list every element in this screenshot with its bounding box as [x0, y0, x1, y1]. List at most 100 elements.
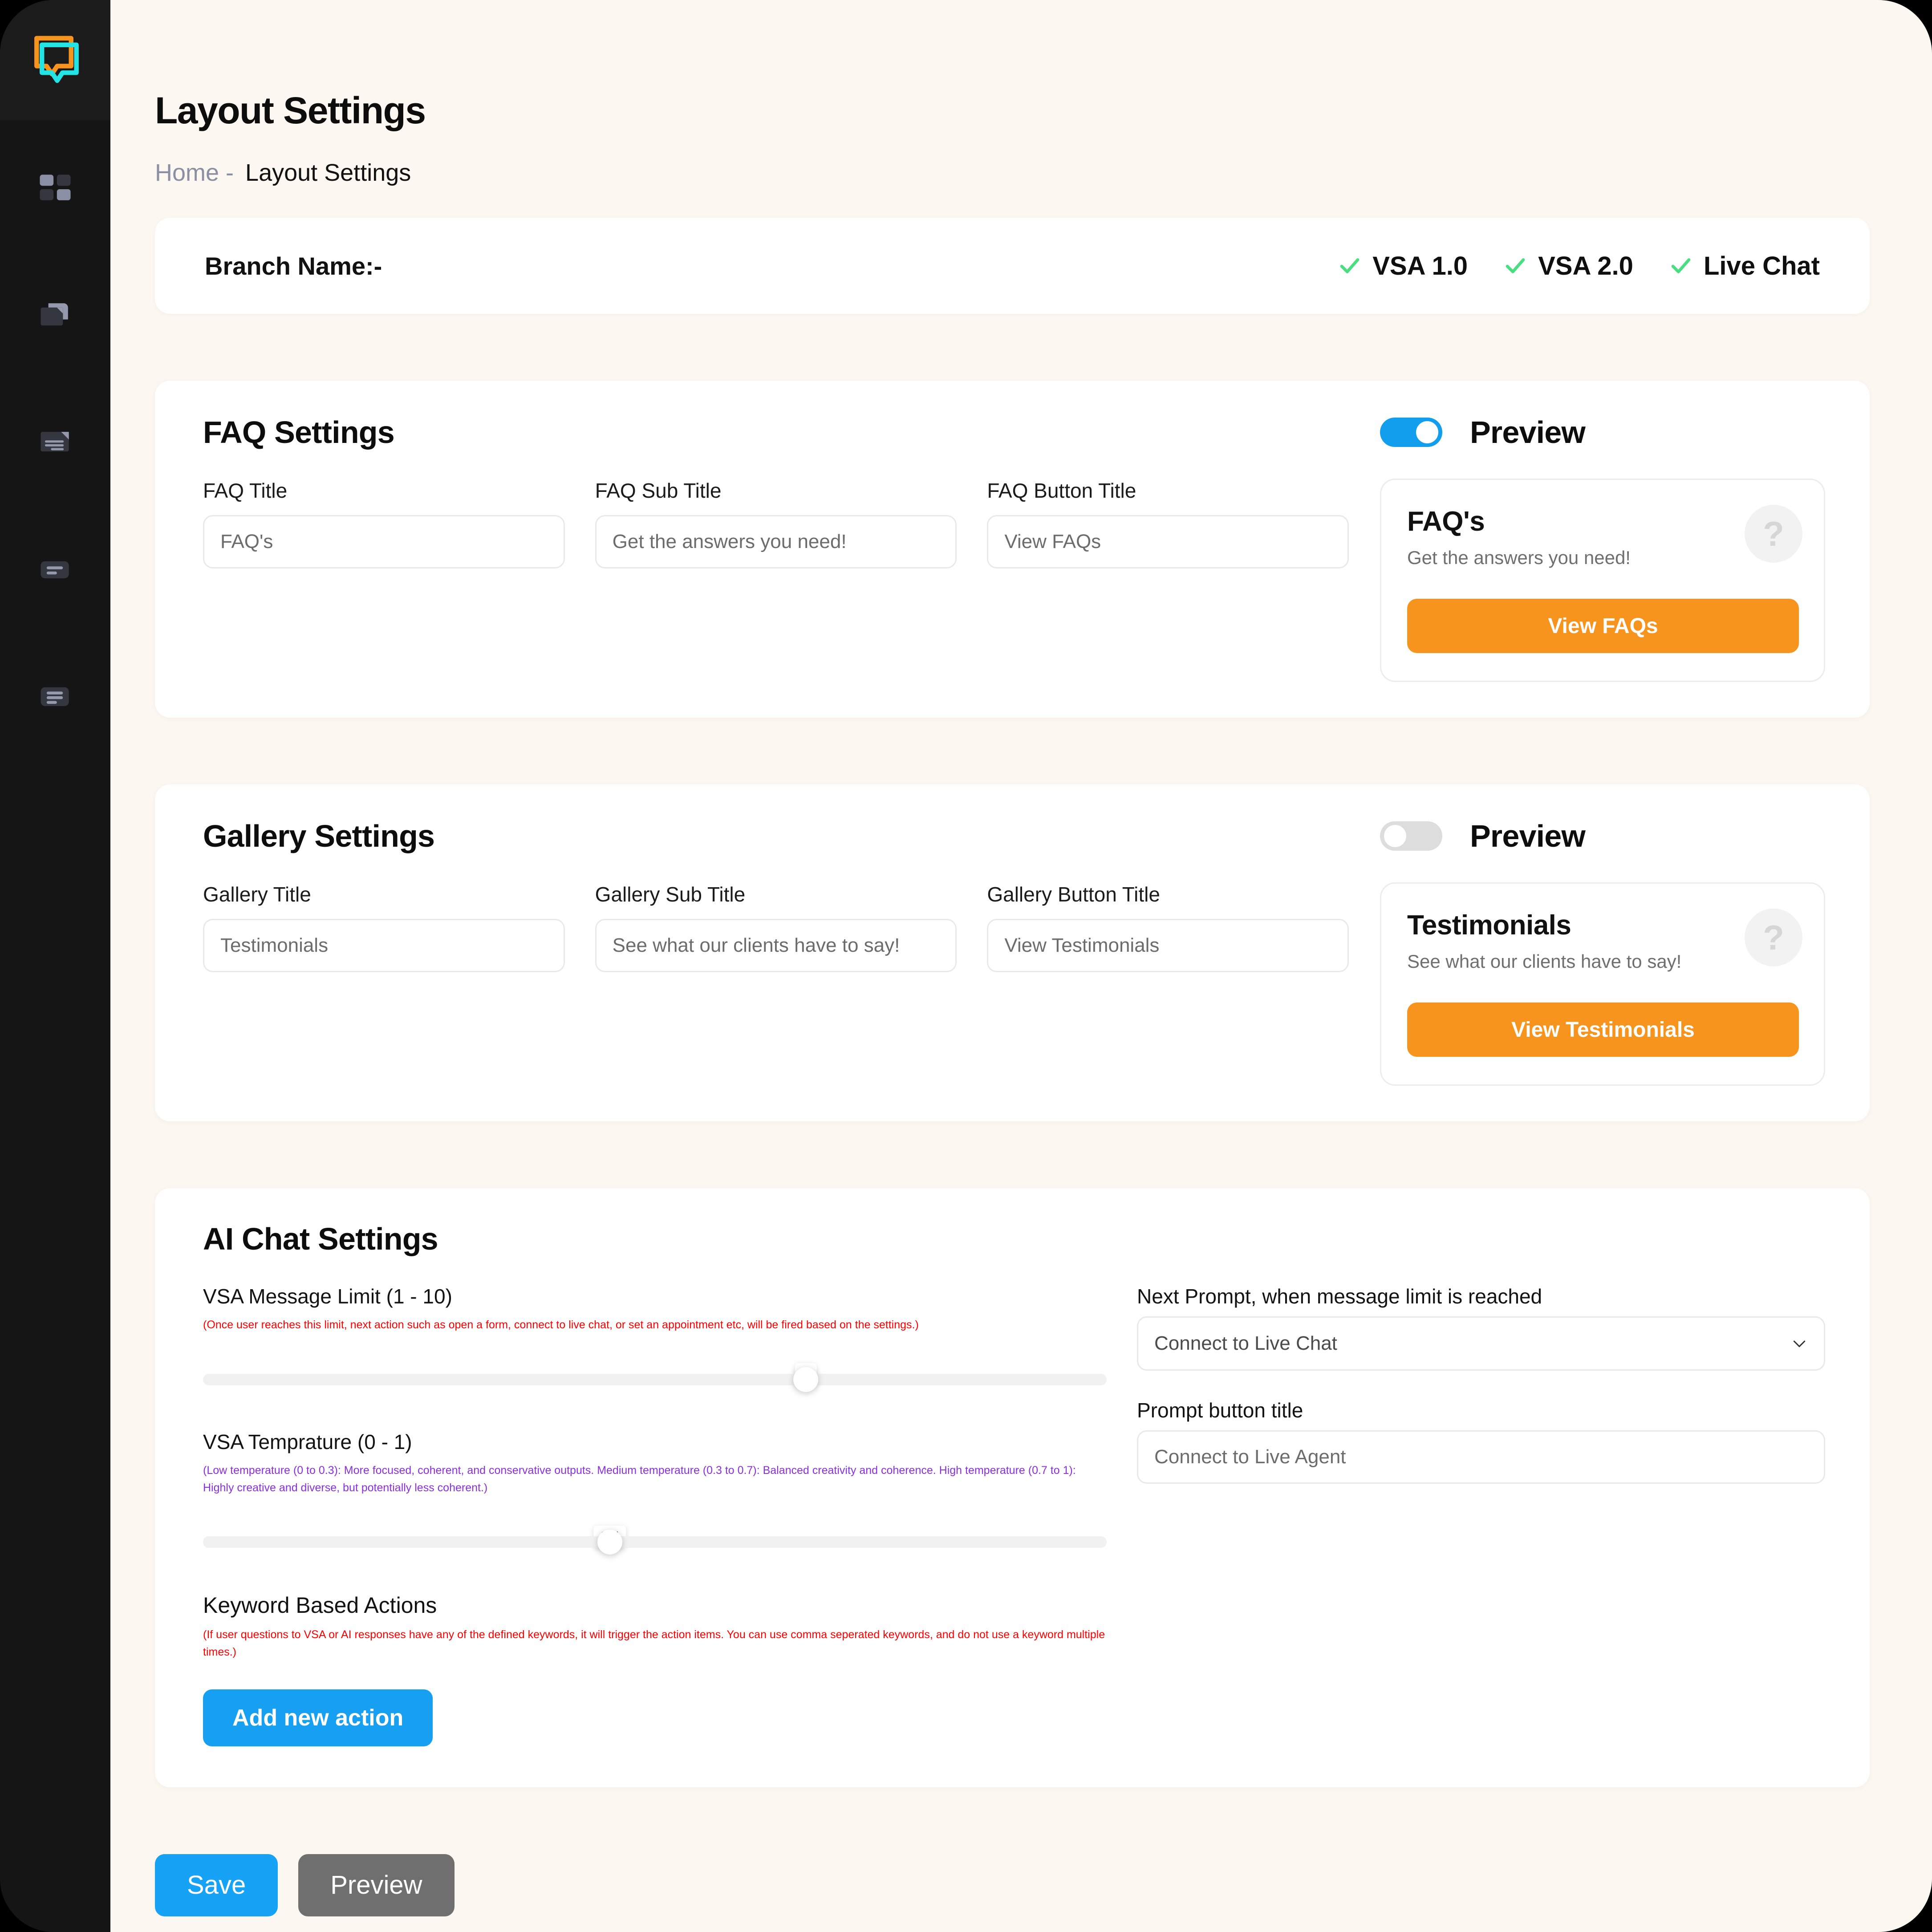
- flag-label: Live Chat: [1703, 251, 1820, 280]
- keyword-actions-hint: (If user questions to VSA or AI response…: [203, 1628, 1105, 1658]
- ai-chat-settings-card: AI Chat Settings VSA Message Limit (1 - …: [155, 1188, 1870, 1787]
- branch-name-label: Branch Name:-: [205, 252, 382, 280]
- page-title: Layout Settings: [155, 89, 426, 131]
- gallery-enable-toggle[interactable]: [1380, 821, 1442, 851]
- message-limit-label: VSA Message Limit (1 - 10): [203, 1285, 452, 1308]
- breadcrumb: Home - Layout Settings: [155, 159, 1870, 187]
- gallery-preview-heading: Testimonials: [1407, 910, 1571, 941]
- gallery-section-title: Gallery Settings: [203, 819, 435, 853]
- temperature-label: VSA Temprature (0 - 1): [203, 1430, 412, 1453]
- gallery-button-title-field: Gallery Button Title: [987, 882, 1349, 972]
- add-new-action-button[interactable]: Add new action: [203, 1689, 433, 1746]
- faq-button-title-field: FAQ Button Title: [987, 479, 1349, 568]
- faq-section-head: FAQ Settings Preview: [203, 414, 1825, 451]
- faq-title-field: FAQ Title: [203, 479, 565, 568]
- sidebar-item-list-one[interactable]: [26, 545, 84, 594]
- app-window: Layout Settings Home - Layout Settings B…: [0, 0, 1932, 1932]
- faq-preview-heading: FAQ's: [1407, 506, 1485, 537]
- faq-subtitle-input[interactable]: [595, 515, 957, 568]
- save-button[interactable]: Save: [155, 1854, 278, 1916]
- footer-actions: Save Preview: [155, 1854, 1870, 1916]
- temperature-slider[interactable]: 0.5: [203, 1502, 1107, 1568]
- help-question-icon: ?: [1745, 909, 1802, 966]
- faq-section-title: FAQ Settings: [203, 415, 395, 450]
- flag-label: VSA 2.0: [1538, 251, 1633, 280]
- slider-thumb[interactable]: [793, 1367, 818, 1392]
- faq-preview-button[interactable]: View FAQs: [1407, 599, 1799, 653]
- toggle-knob: [1416, 421, 1438, 443]
- faq-title-input[interactable]: [203, 515, 565, 568]
- gallery-subtitle-field: Gallery Sub Title: [595, 882, 957, 972]
- next-prompt-label: Next Prompt, when message limit is reach…: [1137, 1285, 1542, 1308]
- gallery-fields: Gallery Title Gallery Sub Title Gallery …: [203, 882, 1380, 1086]
- faq-enable-toggle[interactable]: [1380, 418, 1442, 447]
- list-block-icon: [35, 549, 76, 590]
- next-prompt-select[interactable]: Connect to Live Chat: [1137, 1316, 1825, 1371]
- main-content: Layout Settings Home - Layout Settings B…: [110, 0, 1932, 1932]
- faq-preview-widget: ? FAQ's Get the answers you need! View F…: [1380, 479, 1825, 682]
- faq-preview-title: Preview: [1470, 415, 1586, 450]
- faq-subtitle-field: FAQ Sub Title: [595, 479, 957, 568]
- gallery-subtitle-label: Gallery Sub Title: [595, 883, 746, 906]
- gallery-preview-button[interactable]: View Testimonials: [1407, 1003, 1799, 1057]
- check-icon: [1503, 254, 1527, 278]
- app-logo[interactable]: [0, 0, 110, 120]
- toggle-knob: [1384, 825, 1406, 847]
- message-limit-slider[interactable]: 7: [203, 1339, 1107, 1406]
- message-limit-hint: (Once user reaches this limit, next acti…: [203, 1319, 919, 1331]
- gallery-preview-subheading: See what our clients have to say!: [1407, 951, 1682, 972]
- faq-title-label: FAQ Title: [203, 479, 288, 502]
- faq-preview-subheading: Get the answers you need!: [1407, 547, 1631, 568]
- prompt-button-title-input[interactable]: [1137, 1430, 1825, 1484]
- breadcrumb-home[interactable]: Home -: [155, 159, 234, 187]
- folder-file-icon: [35, 296, 76, 337]
- gallery-button-title-label: Gallery Button Title: [987, 883, 1160, 906]
- gallery-subtitle-input[interactable]: [595, 919, 957, 972]
- ai-chat-section-title: AI Chat Settings: [203, 1222, 438, 1256]
- flag-vsa-1: VSA 1.0: [1338, 251, 1468, 281]
- slider-track[interactable]: [203, 1367, 1107, 1392]
- ai-chat-right-column: Next Prompt, when message limit is reach…: [1137, 1284, 1825, 1746]
- gallery-section-head: Gallery Settings Preview: [203, 817, 1825, 855]
- check-icon: [1669, 254, 1693, 278]
- faq-button-title-input[interactable]: [987, 515, 1349, 568]
- sidebar-nav: [0, 165, 110, 721]
- sidebar-item-files[interactable]: [26, 292, 84, 341]
- prompt-button-title-label: Prompt button title: [1137, 1399, 1303, 1422]
- gallery-preview-panel: ? Testimonials See what our clients have…: [1380, 882, 1825, 1086]
- faq-button-title-label: FAQ Button Title: [987, 479, 1136, 502]
- slider-track[interactable]: [203, 1530, 1107, 1555]
- faq-preview-panel: ? FAQ's Get the answers you need! View F…: [1380, 479, 1825, 682]
- gallery-preview-widget: ? Testimonials See what our clients have…: [1380, 882, 1825, 1086]
- next-prompt-select-wrap: Connect to Live Chat: [1137, 1316, 1825, 1371]
- gallery-settings-card: Gallery Settings Preview Gallery Title T…: [155, 784, 1870, 1121]
- gallery-button-title-input[interactable]: [987, 919, 1349, 972]
- faq-subtitle-label: FAQ Sub Title: [595, 479, 722, 502]
- sidebar: [0, 0, 110, 1932]
- ai-chat-left-column: VSA Message Limit (1 - 10) (Once user re…: [203, 1284, 1107, 1746]
- branch-flags: VSA 1.0 VSA 2.0 Live Chat: [1338, 251, 1820, 281]
- faq-settings-card: FAQ Settings Preview FAQ Title FAQ's FAQ…: [155, 381, 1870, 718]
- gallery-preview-title: Preview: [1470, 819, 1586, 853]
- gallery-title-label: Gallery Title: [203, 883, 311, 906]
- preview-button[interactable]: Preview: [298, 1854, 455, 1916]
- faq-fields: FAQ Title FAQ Sub Title FAQ Button Title: [203, 479, 1380, 682]
- chat-bubbles-logo-icon: [22, 29, 89, 91]
- sidebar-item-documents[interactable]: [26, 418, 84, 467]
- gallery-title-field: Gallery Title: [203, 882, 565, 972]
- sidebar-item-list-two[interactable]: [26, 672, 84, 721]
- breadcrumb-current: Layout Settings: [245, 159, 411, 186]
- flag-label: VSA 1.0: [1372, 251, 1468, 280]
- document-lines-icon: [35, 422, 76, 463]
- branch-bar: Branch Name:- VSA 1.0 VSA 2.0 Live Chat: [155, 218, 1870, 314]
- keyword-actions-label: Keyword Based Actions: [203, 1593, 437, 1618]
- help-question-icon: ?: [1745, 505, 1802, 563]
- slider-thumb[interactable]: [597, 1530, 622, 1555]
- list-block-icon: [35, 676, 76, 717]
- flag-live-chat: Live Chat: [1669, 251, 1820, 281]
- gallery-title-input[interactable]: [203, 919, 565, 972]
- flag-vsa-2: VSA 2.0: [1503, 251, 1633, 281]
- check-icon: [1338, 254, 1362, 278]
- sidebar-item-dashboard[interactable]: [26, 165, 84, 214]
- temperature-hint: (Low temperature (0 to 0.3): More focuse…: [203, 1464, 1076, 1494]
